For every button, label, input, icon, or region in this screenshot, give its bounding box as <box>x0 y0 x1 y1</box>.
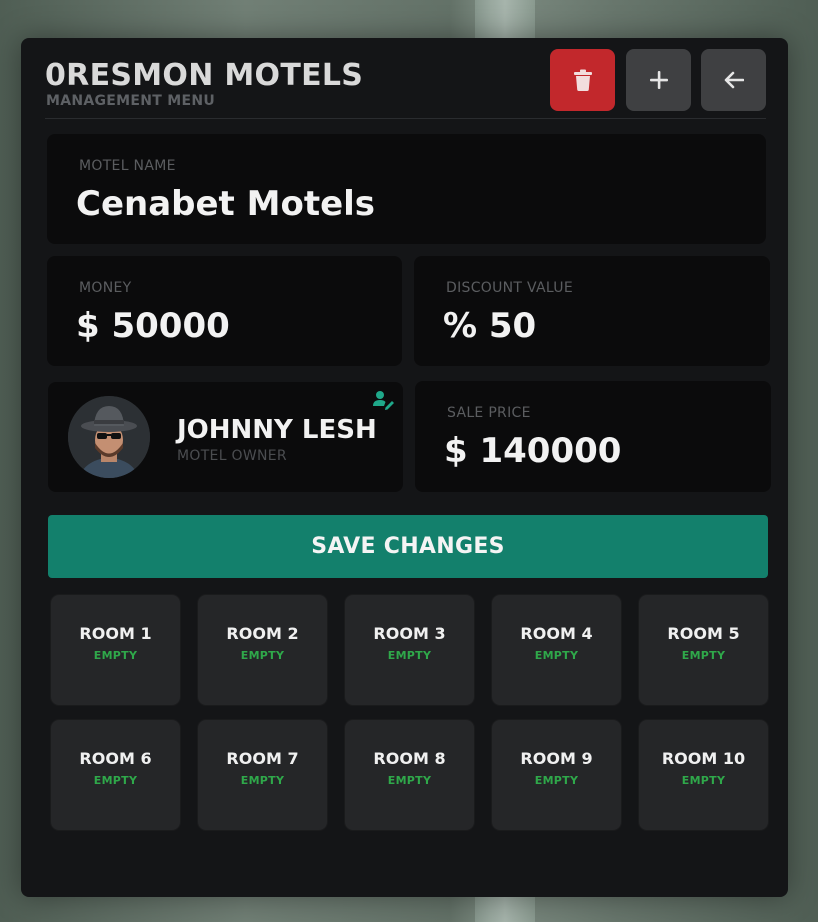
discount-card[interactable]: DISCOUNT VALUE % 50 <box>414 256 770 366</box>
trash-icon <box>573 69 592 91</box>
room-name: ROOM 5 <box>667 624 740 643</box>
page-subtitle: MANAGEMENT MENU <box>46 93 216 109</box>
room-card[interactable]: ROOM 1 EMPTY <box>50 594 181 706</box>
delete-button[interactable] <box>550 49 615 111</box>
add-button[interactable] <box>626 49 691 111</box>
room-card[interactable]: ROOM 7 EMPTY <box>197 719 328 831</box>
room-name: ROOM 8 <box>373 749 446 768</box>
room-name: ROOM 10 <box>661 749 746 768</box>
room-card[interactable]: ROOM 9 EMPTY <box>491 719 622 831</box>
avatar <box>68 396 150 478</box>
room-name: ROOM 3 <box>373 624 446 643</box>
room-status: EMPTY <box>534 649 579 662</box>
room-name: ROOM 2 <box>226 624 299 643</box>
room-status: EMPTY <box>240 649 285 662</box>
room-status: EMPTY <box>387 649 432 662</box>
room-name: ROOM 6 <box>79 749 152 768</box>
room-card[interactable]: ROOM 3 EMPTY <box>344 594 475 706</box>
room-name: ROOM 4 <box>520 624 593 643</box>
room-name: ROOM 7 <box>226 749 299 768</box>
money-card[interactable]: MONEY $ 50000 <box>47 256 402 366</box>
motel-name-value: Cenabet Motels <box>76 184 376 224</box>
room-status: EMPTY <box>93 774 138 787</box>
money-label: MONEY <box>79 280 132 296</box>
room-card[interactable]: ROOM 6 EMPTY <box>50 719 181 831</box>
sale-price-value: $ 140000 <box>444 431 622 471</box>
owner-role: MOTEL OWNER <box>177 448 287 464</box>
money-value: $ 50000 <box>76 306 230 346</box>
room-card[interactable]: ROOM 2 EMPTY <box>197 594 328 706</box>
sale-price-card[interactable]: SALE PRICE $ 140000 <box>415 381 771 492</box>
room-status: EMPTY <box>681 649 726 662</box>
discount-value: % 50 <box>443 306 537 346</box>
room-status: EMPTY <box>534 774 579 787</box>
room-status: EMPTY <box>681 774 726 787</box>
room-name: ROOM 9 <box>520 749 593 768</box>
motel-name-card[interactable]: MOTEL NAME Cenabet Motels <box>47 134 766 244</box>
arrow-left-icon <box>724 71 744 89</box>
sale-price-label: SALE PRICE <box>447 405 531 421</box>
motel-name-label: MOTEL NAME <box>79 158 176 174</box>
owner-card: JOHNNY LESH MOTEL OWNER <box>48 382 403 492</box>
room-card[interactable]: ROOM 8 EMPTY <box>344 719 475 831</box>
room-status: EMPTY <box>93 649 138 662</box>
back-button[interactable] <box>701 49 766 111</box>
owner-name: JOHNNY LESH <box>177 415 377 445</box>
save-changes-button[interactable]: SAVE CHANGES <box>48 515 768 578</box>
room-card[interactable]: ROOM 4 EMPTY <box>491 594 622 706</box>
room-status: EMPTY <box>240 774 285 787</box>
discount-label: DISCOUNT VALUE <box>446 280 573 296</box>
user-edit-icon[interactable] <box>373 390 395 410</box>
room-name: ROOM 1 <box>79 624 152 643</box>
page-title: 0RESMON MOTELS <box>45 58 364 93</box>
motel-management-panel: 0RESMON MOTELS MANAGEMENT MENU MOTEL NAM… <box>21 38 788 897</box>
plus-icon <box>649 71 668 89</box>
room-card[interactable]: ROOM 10 EMPTY <box>638 719 769 831</box>
room-status: EMPTY <box>387 774 432 787</box>
room-card[interactable]: ROOM 5 EMPTY <box>638 594 769 706</box>
panel-header: 0RESMON MOTELS MANAGEMENT MENU <box>45 49 766 119</box>
